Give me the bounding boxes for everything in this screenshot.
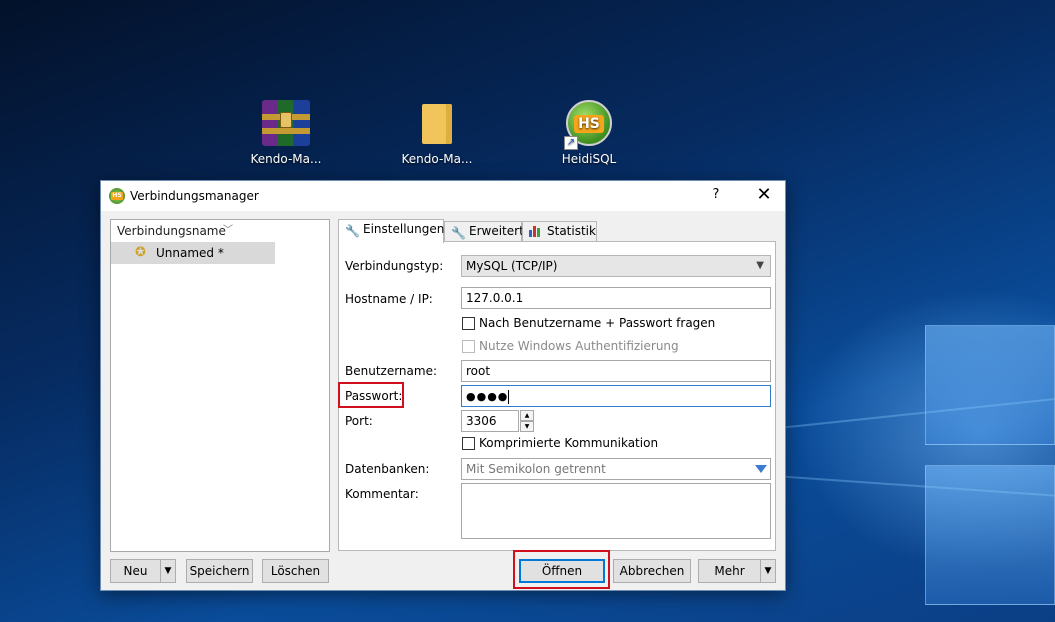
compressed-checkbox[interactable]	[462, 437, 475, 450]
wrench-icon: 🔧	[345, 224, 360, 238]
windows-logo-pane	[925, 325, 1055, 445]
databases-label: Datenbanken:	[345, 462, 430, 476]
heidisql-icon: HS ↗	[564, 100, 612, 150]
help-button[interactable]: ?	[701, 187, 731, 202]
heidisql-app-icon: HS	[109, 188, 125, 204]
title-bar[interactable]: HS Verbindungsmanager ? ✕	[101, 181, 785, 211]
winrar-archive-icon	[262, 100, 310, 146]
username-input[interactable]: root	[461, 360, 771, 382]
hostname-input[interactable]: 127.0.0.1	[461, 287, 771, 309]
comment-label: Kommentar:	[345, 487, 419, 501]
spin-up-icon[interactable]: ▲	[520, 410, 534, 421]
new-button[interactable]: Neu ▼	[110, 559, 176, 583]
databases-input[interactable]: Mit Semikolon getrennt	[461, 458, 771, 480]
desktop-icon-label: HeidiSQL	[561, 152, 617, 166]
username-label: Benutzername:	[345, 364, 438, 378]
session-list-header[interactable]: Verbindungsname ﹀	[111, 220, 329, 242]
session-item-label: Unnamed *	[156, 246, 224, 260]
dropdown-triangle-icon[interactable]	[755, 465, 767, 473]
compressed-label: Komprimierte Kommunikation	[479, 436, 659, 450]
chevron-down-icon: ﹀	[223, 225, 233, 236]
new-session-star-icon: ✪	[135, 245, 146, 260]
desktop-icon-folder[interactable]: Kendo-Ma...	[392, 100, 482, 166]
password-label-highlight	[338, 382, 404, 408]
windows-auth-checkbox[interactable]	[462, 340, 475, 353]
desktop-icon-label: Kendo-Ma...	[401, 152, 473, 166]
open-button[interactable]: Öffnen	[519, 559, 605, 583]
dialog-title: Verbindungsmanager	[130, 189, 259, 203]
desktop-icon-archive[interactable]: Kendo-Ma...	[241, 100, 331, 166]
port-input[interactable]: 3306	[461, 410, 519, 432]
port-stepper[interactable]: ▲ ▼	[520, 410, 534, 432]
column-header-label: Verbindungsname	[117, 224, 226, 238]
desktop-icon-heidisql[interactable]: HS ↗ HeidiSQL	[544, 100, 634, 166]
tab-statistics[interactable]: Statistik	[522, 221, 597, 242]
session-item[interactable]: ✪ Unnamed *	[111, 242, 275, 264]
more-button[interactable]: Mehr ▼	[698, 559, 776, 583]
network-type-label: Verbindungstyp:	[345, 259, 444, 273]
network-type-select[interactable]: MySQL (TCP/IP) ▼	[461, 255, 771, 277]
desktop-icon-label: Kendo-Ma...	[250, 152, 322, 166]
spin-down-icon[interactable]: ▼	[520, 421, 534, 432]
comment-textarea[interactable]	[461, 483, 771, 539]
port-label: Port:	[345, 414, 373, 428]
hostname-label: Hostname / IP:	[345, 292, 433, 306]
shortcut-arrow-icon: ↗	[564, 136, 578, 150]
prompt-login-checkbox[interactable]	[462, 317, 475, 330]
session-manager-dialog: HS Verbindungsmanager ? ✕ Verbindungsnam…	[100, 180, 786, 591]
tab-settings[interactable]: 🔧 Einstellungen	[338, 219, 444, 243]
cancel-button[interactable]: Abbrechen	[613, 559, 691, 583]
delete-button[interactable]: Löschen	[262, 559, 329, 583]
close-button[interactable]: ✕	[749, 184, 779, 205]
session-list[interactable]: Verbindungsname ﹀ ✪ Unnamed *	[110, 219, 330, 552]
save-button[interactable]: Speichern	[186, 559, 253, 583]
prompt-login-label: Nach Benutzername + Passwort fragen	[479, 316, 716, 330]
chevron-down-icon: ▼	[756, 260, 764, 271]
dropdown-arrow-icon[interactable]: ▼	[160, 560, 175, 582]
dropdown-arrow-icon[interactable]: ▼	[760, 560, 775, 582]
password-input[interactable]: ●●●●	[461, 385, 771, 407]
folder-icon	[422, 100, 452, 146]
tab-advanced[interactable]: 🔧 Erweitert	[444, 221, 524, 242]
windows-auth-label: Nutze Windows Authentifizierung	[479, 339, 679, 353]
